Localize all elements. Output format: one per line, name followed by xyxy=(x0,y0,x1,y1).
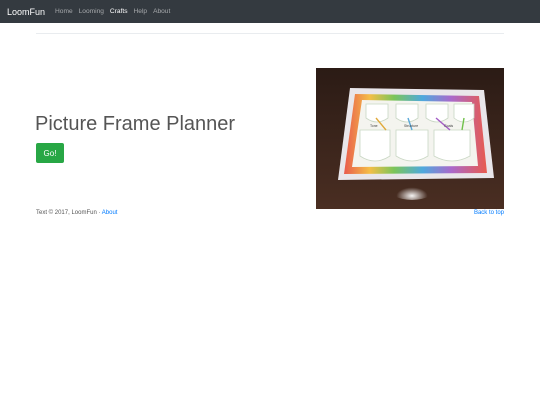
footer-text: Text © 2017, LoomFun · xyxy=(36,210,101,216)
top-navbar: LoomFun Home Looming Crafts Help About xyxy=(0,0,540,23)
footer-copyright: Text © 2017, LoomFun · About xyxy=(36,210,117,216)
frame-photo: Tone Structure Goals xyxy=(316,68,504,209)
back-to-top-link[interactable]: Back to top xyxy=(474,210,504,216)
frame-label-tone: Tone xyxy=(370,124,378,128)
nav-link-about[interactable]: About xyxy=(153,8,170,15)
nav-link-crafts[interactable]: Crafts xyxy=(110,8,128,15)
frame-label-goals: Goals xyxy=(444,124,453,128)
nav-link-home[interactable]: Home xyxy=(55,8,73,15)
nav-link-looming[interactable]: Looming xyxy=(79,8,104,15)
page-title: Picture Frame Planner xyxy=(35,113,236,135)
footer-about-link[interactable]: About xyxy=(102,210,118,216)
frame-photo-image: Tone Structure Goals xyxy=(316,68,504,209)
frame-label-structure: Structure xyxy=(404,124,418,128)
go-button[interactable]: Go! xyxy=(36,143,64,163)
nav-link-help[interactable]: Help xyxy=(134,8,148,15)
divider xyxy=(36,33,504,34)
brand-link[interactable]: LoomFun xyxy=(7,7,45,17)
